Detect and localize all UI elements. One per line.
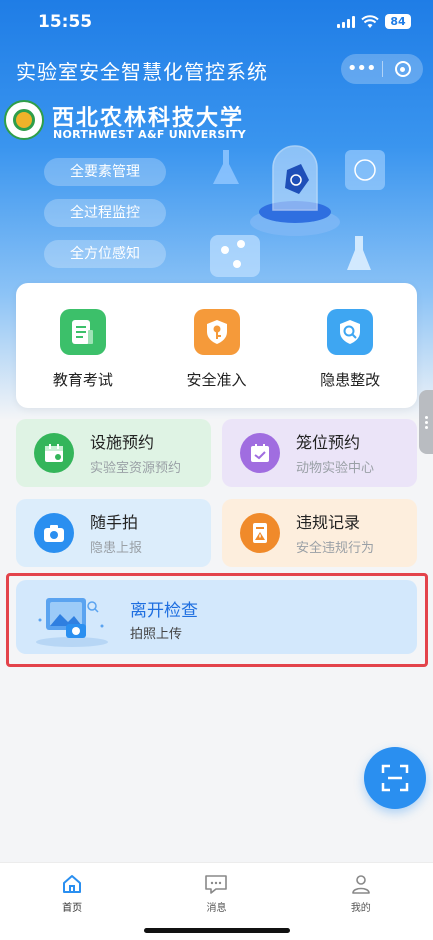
education-exam-button[interactable]: 教育考试 [16,283,150,408]
more-menu-button[interactable]: ••• [341,54,382,84]
hazard-rectification-button[interactable]: 隐患整改 [283,283,417,408]
quick-action-label: 安全准入 [186,371,247,389]
warning-document-icon [240,513,280,553]
tile-title: 笼位预约 [296,433,361,452]
calendar-check-icon [240,433,280,473]
tile-title: 随手拍 [90,513,139,532]
status-bar: 15:55 84 [0,0,433,46]
battery-indicator: 84 [385,14,411,29]
tile-title: 违规记录 [296,513,361,532]
floating-drag-handle[interactable] [419,390,433,454]
scan-icon [381,764,409,792]
target-icon [394,61,411,77]
tile-subtitle: 安全违规行为 [296,541,375,556]
leave-check-subtitle: 拍照上传 [130,627,183,642]
tile-subtitle: 动物实验中心 [296,461,375,476]
scan-button[interactable] [364,747,426,809]
wifi-icon [361,14,379,28]
leave-check-tile[interactable]: 离开检查 拍照上传 [16,580,417,654]
cage-booking-tile[interactable]: 笼位预约 动物实验中心 [222,419,417,487]
feature-tag: 全过程监控 [44,199,166,227]
quick-action-label: 隐患整改 [320,371,381,389]
miniprogram-capsule: ••• [341,54,423,84]
home-indicator [144,928,290,933]
quick-actions-card: 教育考试 安全准入 隐患整改 [16,283,417,408]
leave-check-title: 离开检查 [130,601,198,621]
camera-icon [34,513,74,553]
message-icon [205,875,228,894]
facility-booking-tile[interactable]: 设施预约 实验室资源预约 [16,419,211,487]
snapshot-report-tile[interactable]: 随手拍 隐患上报 [16,499,211,567]
university-logo [4,100,44,140]
key-shield-icon [193,309,240,355]
violation-records-tile[interactable]: 违规记录 安全违规行为 [222,499,417,567]
exam-icon [59,309,106,355]
close-miniprogram-button[interactable] [383,61,424,77]
tab-label: 我的 [350,903,371,914]
page-title: 实验室安全智慧化管控系统 [16,60,268,84]
tab-label: 首页 [62,903,83,914]
tab-home[interactable]: 首页 [0,863,144,940]
status-icons: 84 [337,14,411,29]
quick-action-label: 教育考试 [52,371,113,389]
home-icon [63,875,82,893]
calendar-icon [34,433,74,473]
tab-label: 消息 [206,903,227,914]
safety-access-button[interactable]: 安全准入 [150,283,284,408]
feature-tag: 全要素管理 [44,158,166,186]
feature-tag: 全方位感知 [44,240,166,268]
signal-icon [337,15,355,28]
photo-upload-illustration [36,598,108,647]
search-shield-icon [327,309,374,355]
lab-illustration [210,145,385,277]
tile-title: 设施预约 [90,433,155,452]
tile-subtitle: 隐患上报 [90,541,143,556]
user-icon [352,875,370,894]
tab-profile[interactable]: 我的 [289,863,433,940]
tile-subtitle: 实验室资源预约 [90,461,182,476]
status-time: 15:55 [38,12,93,32]
